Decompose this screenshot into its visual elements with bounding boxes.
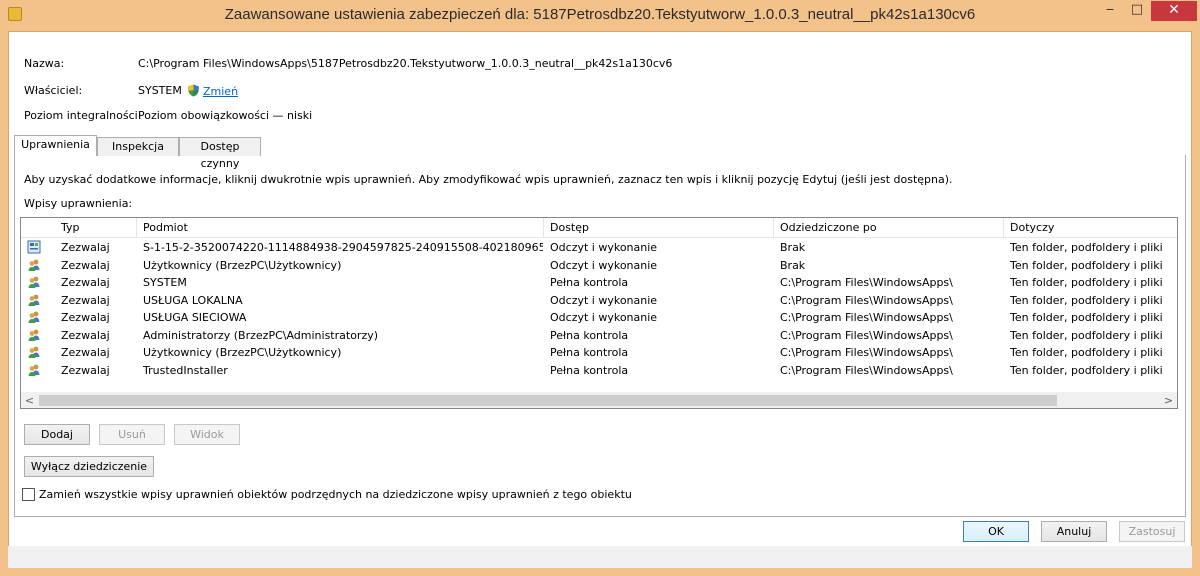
table-row[interactable]: Zezwalaj Administratorzy (BrzezPC\Adminis… [21,327,1177,344]
remove-button[interactable]: Usuń [99,424,165,445]
scroll-right-button[interactable]: > [1160,392,1177,408]
row-inherited-from: Brak [780,241,806,254]
sid-icon [27,240,41,254]
change-owner-link[interactable]: Zmień [187,84,238,98]
row-type: Zezwalaj [61,276,110,289]
entries-label: Wpisy uprawnienia: [24,197,133,210]
row-applies-to: Ten folder, podfoldery i pliki [1010,241,1163,254]
replace-child-permissions-label[interactable]: Zamień wszystkie wpisy uprawnień obiektó… [39,488,632,501]
row-inherited-from: C:\Program Files\WindowsApps\ [780,293,953,307]
dialog-footer [8,546,1192,568]
table-row[interactable]: Zezwalaj Użytkownicy (BrzezPC\Użytkownicy… [21,344,1177,361]
ok-button[interactable]: OK [963,521,1029,542]
row-access: Pełna kontrola [550,346,629,359]
integrity-value: Poziom obowiązkowości — niski [138,109,313,122]
row-principal: USŁUGA SIECIOWA [143,311,247,324]
table-row[interactable]: Zezwalaj TrustedInstaller Pełna kontrola C:… [21,362,1177,379]
column-header-principal[interactable]: Podmiot [137,218,544,238]
row-type: Zezwalaj [61,293,110,307]
disable-inheritance-button[interactable]: Wyłącz dziedziczenie [24,456,154,477]
table-row[interactable]: Zezwalaj USŁUGA SIECIOWA Odczyt i wykonani… [21,309,1177,326]
row-principal: S-1-15-2-3520074220-1114884938-290459782… [143,241,543,254]
row-applies-to: Ten folder, podfoldery i pliki [1010,328,1163,342]
row-applies-to: Ten folder, podfoldery i pliki [1010,276,1163,289]
row-applies-to: Ten folder, podfoldery i pliki [1010,258,1163,272]
users-icon [28,276,40,288]
row-principal: SYSTEM [143,276,187,289]
row-inherited-from: C:\Program Files\WindowsApps\ [780,363,953,377]
close-button[interactable]: ✕ [1151,1,1197,21]
add-button[interactable]: Dodaj [24,424,90,445]
table-row[interactable]: Zezwalaj Użytkownicy (BrzezPC\Użytkownicy… [21,257,1177,274]
change-link-text: Zmień [203,85,239,98]
row-principal: USŁUGA LOKALNA [143,293,243,307]
column-header-access[interactable]: Dostęp [544,218,774,238]
owner-value: SYSTEM [138,84,182,97]
security-settings-window: Zaawansowane ustawienia zabezpieczeń dla… [0,0,1200,576]
apply-button[interactable]: Zastosuj [1119,521,1185,542]
table-row[interactable]: Zezwalaj S-1-15-2-3520074220-1114884938-2… [21,239,1177,256]
replace-child-permissions-checkbox[interactable] [22,488,35,501]
horizontal-scrollbar[interactable]: < > [21,392,1177,408]
minimize-button[interactable]: ‒ [1097,1,1123,21]
row-principal: Użytkownicy (BrzezPC\Użytkownicy) [143,258,342,272]
view-button[interactable]: Widok [174,424,240,445]
row-access: Pełna kontrola [550,363,629,377]
maximize-button[interactable]: □ [1124,1,1150,21]
row-type: Zezwalaj [61,241,110,254]
row-type: Zezwalaj [61,311,110,324]
users-icon [28,259,40,271]
users-icon [28,294,40,306]
row-type: Zezwalaj [61,328,110,342]
row-inherited-from: C:\Program Files\WindowsApps\ [780,311,953,324]
row-access: Pełna kontrola [550,328,629,342]
users-icon [28,329,40,341]
row-access: Odczyt i wykonanie [550,293,658,307]
title-bar[interactable]: Zaawansowane ustawienia zabezpieczeń dla… [0,0,1200,30]
permission-entries-list[interactable]: Typ Podmiot Dostęp Odziedziczone po Doty… [20,217,1178,409]
users-icon [28,346,40,358]
row-inherited-from: C:\Program Files\WindowsApps\ [780,328,953,342]
column-header-type[interactable]: Typ [55,218,137,238]
integrity-label: Poziom integralności: [24,109,142,122]
scrollbar-thumb[interactable] [39,395,1057,406]
scroll-left-button[interactable]: < [21,392,38,408]
tab-auditing[interactable]: Inspekcja [97,137,179,156]
column-header-applies-to[interactable]: Dotyczy [1004,218,1177,238]
permissions-hint: Aby uzyskać dodatkowe informacje, klikni… [24,173,953,186]
users-icon [28,364,40,376]
users-icon [28,311,40,323]
row-inherited-from: C:\Program Files\WindowsApps\ [780,276,953,289]
owner-label: Właściciel: [24,84,83,97]
name-value: C:\Program Files\WindowsApps\5187Petrosd… [138,57,673,70]
row-principal: TrustedInstaller [143,363,228,377]
table-row[interactable]: Zezwalaj USŁUGA LOKALNA Odczyt i wykonanie… [21,292,1177,309]
row-principal: Użytkownicy (BrzezPC\Użytkownicy) [143,346,342,359]
row-access: Odczyt i wykonanie [550,311,658,324]
table-row[interactable]: Zezwalaj SYSTEM Pełna kontrola C:\Program F… [21,274,1177,291]
row-access: Odczyt i wykonanie [550,241,658,254]
row-access: Odczyt i wykonanie [550,258,658,272]
row-applies-to: Ten folder, podfoldery i pliki [1010,363,1163,377]
row-type: Zezwalaj [61,258,110,272]
row-type: Zezwalaj [61,346,110,359]
row-type: Zezwalaj [61,363,110,377]
list-header: Typ Podmiot Dostęp Odziedziczone po Doty… [21,218,1177,238]
row-access: Pełna kontrola [550,276,629,289]
row-principal: Administratorzy (BrzezPC\Administratorzy… [143,328,379,342]
uac-shield-icon [188,84,199,97]
tab-effective-access[interactable]: Dostęp czynny [179,137,261,170]
row-inherited-from: Brak [780,258,806,272]
column-header-inherited-from[interactable]: Odziedziczone po [774,218,1004,238]
row-applies-to: Ten folder, podfoldery i pliki [1010,346,1163,359]
window-title: Zaawansowane ustawienia zabezpieczeń dla… [224,6,976,23]
cancel-button[interactable]: Anuluj [1041,521,1107,542]
tab-permissions[interactable]: Uprawnienia [14,135,97,156]
row-applies-to: Ten folder, podfoldery i pliki [1010,311,1163,324]
name-label: Nazwa: [24,57,65,70]
row-inherited-from: C:\Program Files\WindowsApps\ [780,346,953,359]
row-applies-to: Ten folder, podfoldery i pliki [1010,293,1163,307]
